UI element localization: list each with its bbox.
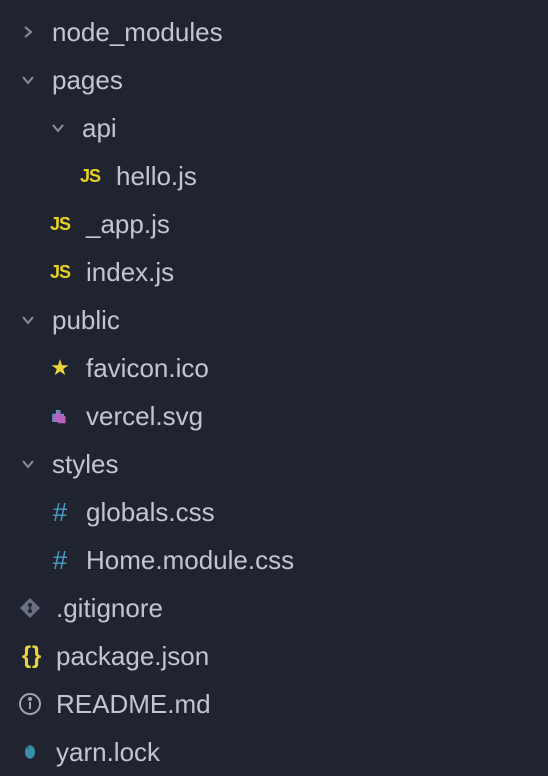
- file-label: globals.css: [86, 497, 215, 528]
- folder-node-modules[interactable]: node_modules: [0, 8, 548, 56]
- favicon-icon: ★: [44, 355, 76, 381]
- file-yarn-lock[interactable]: yarn.lock: [0, 728, 548, 776]
- file-index-js[interactable]: JS index.js: [0, 248, 548, 296]
- folder-api[interactable]: api: [0, 104, 548, 152]
- svg-file-icon: [44, 405, 76, 427]
- folder-label: styles: [52, 449, 118, 480]
- file-label: _app.js: [86, 209, 170, 240]
- file-app-js[interactable]: JS _app.js: [0, 200, 548, 248]
- yarn-file-icon: [14, 740, 46, 764]
- folder-label: node_modules: [52, 17, 223, 48]
- chevron-down-icon: [14, 72, 42, 88]
- file-label: hello.js: [116, 161, 197, 192]
- folder-label: api: [82, 113, 117, 144]
- js-file-icon: JS: [74, 166, 106, 187]
- folder-label: pages: [52, 65, 123, 96]
- file-label: index.js: [86, 257, 174, 288]
- json-file-icon: { }: [14, 642, 46, 670]
- file-gitignore[interactable]: .gitignore: [0, 584, 548, 632]
- folder-public[interactable]: public: [0, 296, 548, 344]
- chevron-down-icon: [14, 456, 42, 472]
- file-label: package.json: [56, 641, 209, 672]
- chevron-down-icon: [14, 312, 42, 328]
- file-label: Home.module.css: [86, 545, 294, 576]
- folder-pages[interactable]: pages: [0, 56, 548, 104]
- js-file-icon: JS: [44, 262, 76, 283]
- file-hello-js[interactable]: JS hello.js: [0, 152, 548, 200]
- file-label: favicon.ico: [86, 353, 209, 384]
- file-globals-css[interactable]: # globals.css: [0, 488, 548, 536]
- folder-styles[interactable]: styles: [0, 440, 548, 488]
- git-file-icon: [14, 596, 46, 620]
- file-readme[interactable]: README.md: [0, 680, 548, 728]
- file-tree: node_modules pages api JS hello.js JS _a…: [0, 8, 548, 776]
- readme-file-icon: [14, 692, 46, 716]
- file-vercel-svg[interactable]: vercel.svg: [0, 392, 548, 440]
- file-package-json[interactable]: { } package.json: [0, 632, 548, 680]
- css-file-icon: #: [44, 497, 76, 528]
- file-label: vercel.svg: [86, 401, 203, 432]
- file-label: README.md: [56, 689, 211, 720]
- file-label: .gitignore: [56, 593, 163, 624]
- file-favicon[interactable]: ★ favicon.ico: [0, 344, 548, 392]
- chevron-right-icon: [14, 24, 42, 40]
- file-label: yarn.lock: [56, 737, 160, 768]
- folder-label: public: [52, 305, 120, 336]
- chevron-down-icon: [44, 120, 72, 136]
- js-file-icon: JS: [44, 214, 76, 235]
- file-home-module-css[interactable]: # Home.module.css: [0, 536, 548, 584]
- css-file-icon: #: [44, 545, 76, 576]
